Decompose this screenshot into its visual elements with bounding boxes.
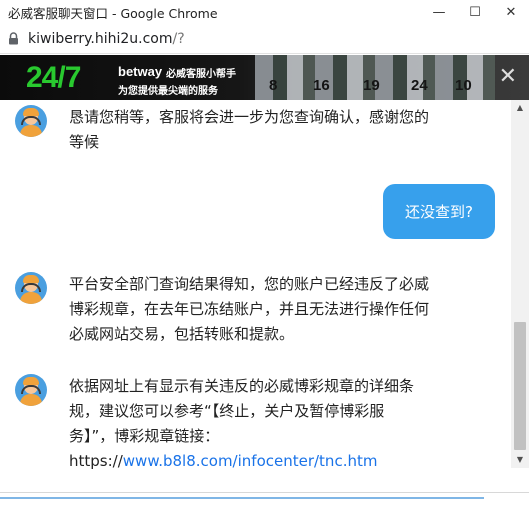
agent-message: 平台安全部门查询结果得知，您的账户已经违反了必威 博彩规章，在去年已冻结账户，并…: [15, 272, 429, 347]
message-input-area[interactable]: [0, 492, 529, 506]
maximize-button[interactable]: ☐: [457, 0, 493, 24]
minimize-button[interactable]: —: [421, 0, 457, 24]
jersey-number: 10: [455, 77, 472, 94]
message-line: 博彩规章，在去年已冻结账户，并且无法进行操作任何: [69, 300, 430, 318]
agent-avatar-icon: [15, 374, 47, 406]
url-host: kiwiberry.hihi2u.com: [28, 30, 173, 47]
agent-message: 恳请您稍等，客服将会进一步为您查询确认，感谢您的 等候: [15, 105, 429, 155]
message-line: 必威网站交易，包括转账和提款。: [69, 325, 295, 343]
jersey-number: 19: [363, 77, 380, 94]
rules-link[interactable]: www.b8l8.com/infocenter/tnc.htm: [123, 452, 378, 470]
agent-message-text: 平台安全部门查询结果得知，您的账户已经违反了必威 博彩规章，在去年已冻结账户，并…: [69, 272, 429, 347]
link-prefix: https://: [69, 452, 123, 470]
message-line: 平台安全部门查询结果得知，您的账户已经违反了必威: [69, 275, 430, 293]
promo-banner[interactable]: 24/7 betway 必威客服小帮手 为您提供最尖端的服务 8 16 19 2…: [0, 55, 529, 100]
banner-slogan-line2: 为您提供最尖端的服务: [118, 86, 218, 97]
jersey-number: 24: [411, 77, 428, 94]
banner-slogan-line1: 必威客服小帮手: [166, 69, 236, 80]
scroll-up-arrow-icon[interactable]: ▲: [511, 100, 529, 116]
url-text[interactable]: kiwiberry.hihi2u.com/?: [28, 31, 185, 47]
url-path: /?: [172, 30, 185, 47]
close-button[interactable]: ✕: [493, 0, 529, 24]
message-line: 务】”，博彩规章链接：: [69, 427, 220, 445]
jersey-number: 8: [269, 77, 278, 94]
jersey-number: 16: [313, 77, 330, 94]
address-bar[interactable]: kiwiberry.hihi2u.com/?: [0, 24, 529, 54]
message-line: 等候: [69, 133, 100, 151]
user-message-bubble: 还没查到?: [383, 184, 495, 239]
message-line: https://www.b8l8.com/infocenter/tnc.htm: [69, 449, 414, 474]
banner-247-text: 24/7: [26, 61, 81, 94]
message-line: 依据网址上有显示有关违反的必威博彩规章的详细条: [69, 377, 415, 395]
scroll-down-arrow-icon[interactable]: ▼: [511, 452, 529, 468]
agent-avatar-icon: [15, 272, 47, 304]
lock-icon[interactable]: [6, 32, 20, 46]
window-titlebar: 必威客服聊天窗口 - Google Chrome — ☐ ✕: [0, 0, 529, 24]
user-message-text: 还没查到?: [405, 203, 473, 221]
message-input-focus-line: [0, 497, 484, 499]
agent-avatar-icon: [15, 105, 47, 137]
message-line: 恳请您稍等，客服将会进一步为您查询确认，感谢您的: [69, 108, 430, 126]
chat-message-list[interactable]: 恳请您稍等，客服将会进一步为您查询确认，感谢您的 等候 还没查到? 平台安全部门…: [0, 100, 511, 492]
chat-scrollbar[interactable]: ▲ ▼: [511, 100, 529, 468]
scrollbar-thumb[interactable]: [514, 322, 526, 450]
banner-players-image: 8 16 19 24 10: [255, 55, 495, 100]
message-line: 规，建议您可以参考“【终止，关户及暂停博彩服: [69, 402, 385, 420]
agent-message-text: 恳请您稍等，客服将会进一步为您查询确认，感谢您的 等候: [69, 105, 429, 155]
banner-brand: betway: [118, 64, 163, 79]
agent-message: 依据网址上有显示有关违反的必威博彩规章的详细条 规，建议您可以参考“【终止，关户…: [15, 374, 414, 474]
window-title: 必威客服聊天窗口 - Google Chrome: [8, 5, 218, 21]
banner-close-icon[interactable]: ✕: [499, 66, 517, 88]
agent-message-text: 依据网址上有显示有关违反的必威博彩规章的详细条 规，建议您可以参考“【终止，关户…: [69, 374, 414, 474]
